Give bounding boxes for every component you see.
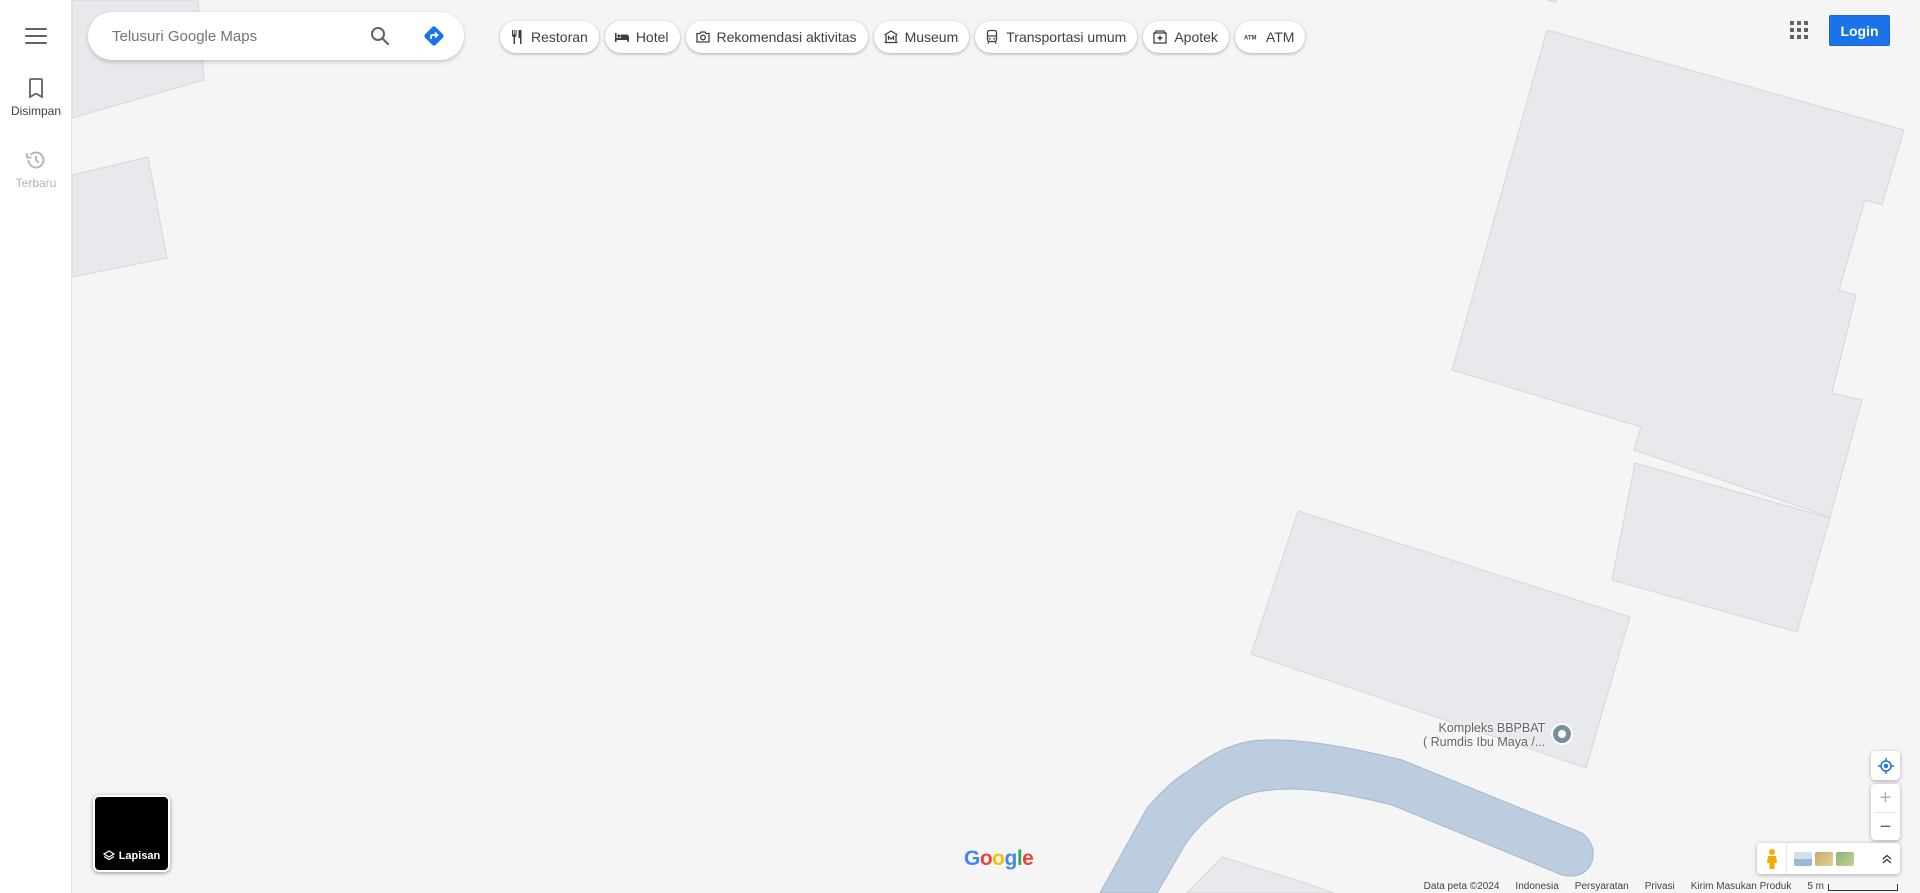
search-icon (371, 27, 390, 46)
chevron-up-double-icon (1882, 854, 1892, 864)
directions-button[interactable] (422, 24, 446, 48)
chip-label: ATM (1265, 29, 1295, 45)
logo-letter: G (964, 847, 980, 870)
scale-bar (1828, 883, 1898, 891)
apps-grid-icon (1790, 21, 1794, 25)
pharmacy-icon (1153, 30, 1167, 44)
logo-letter: o (979, 847, 993, 870)
zoom-in-button[interactable]: + (1871, 784, 1900, 812)
camera-icon (695, 31, 710, 43)
chip-pharmacy[interactable]: Apotek (1143, 21, 1229, 53)
thumbnail-terrain[interactable] (1836, 851, 1854, 866)
menu-button[interactable] (20, 23, 52, 49)
search-button[interactable] (368, 24, 392, 48)
zoom-control: + − (1871, 784, 1900, 840)
scale-label: 5 m (1807, 880, 1824, 892)
thumbnail-satellite[interactable] (1815, 851, 1833, 866)
chip-label: Rekomendasi aktivitas (716, 29, 857, 45)
place-pin-icon[interactable] (1551, 723, 1574, 745)
menu-icon-bar (25, 28, 47, 30)
menu-icon-bar (25, 42, 47, 44)
chip-activities[interactable]: Rekomendasi aktivitas (685, 21, 868, 53)
hotel-icon (614, 33, 629, 42)
apps-grid-icon (1804, 28, 1808, 32)
rail-recent[interactable]: Terbaru (0, 148, 72, 190)
map-data-credit: Data peta ©2024 (1423, 880, 1500, 892)
pin-dot (1558, 730, 1567, 738)
chip-restaurant[interactable]: Restoran (500, 21, 599, 53)
country-link[interactable]: Indonesia (1515, 881, 1558, 892)
chip-transit[interactable]: Transportasi umum (975, 21, 1138, 53)
privacy-link[interactable]: Privasi (1645, 881, 1675, 892)
thumbnail-street-view[interactable] (1794, 851, 1812, 866)
layers-button[interactable]: Lapisan (93, 795, 170, 872)
terms-link[interactable]: Persyaratan (1575, 881, 1629, 892)
imagery-thumbnails (1794, 851, 1854, 866)
search-input[interactable] (112, 27, 362, 45)
chip-label: Museum (904, 29, 959, 45)
logo-letter: o (992, 847, 1005, 870)
place-name-line1: Kompleks BBPBAT (1438, 721, 1546, 735)
expand-button[interactable] (1874, 843, 1900, 874)
restaurant-icon (511, 30, 522, 44)
zoom-out-button[interactable]: − (1871, 813, 1900, 841)
bookmark-icon (29, 78, 43, 99)
login-button[interactable]: Login (1829, 15, 1890, 46)
apps-grid-icon (1797, 28, 1801, 32)
apps-grid-icon (1790, 28, 1794, 32)
building-shape (72, 156, 168, 278)
my-location-button[interactable] (1871, 751, 1900, 780)
transit-icon (987, 29, 998, 44)
scale-indicator[interactable]: 5 m (1807, 881, 1898, 892)
rail-saved-label: Disimpan (10, 104, 61, 118)
place-name-line2: ( Rumdis Ibu Maya /... (1423, 735, 1546, 749)
google-logo: Google (964, 847, 1034, 871)
pegman-icon (1766, 848, 1777, 869)
rail-saved[interactable]: Disimpan (0, 76, 72, 118)
apps-grid-button[interactable] (1788, 19, 1808, 39)
svg-text:ATM: ATM (1244, 36, 1257, 42)
map-layer (72, 0, 1905, 893)
chip-label: Restoran (531, 29, 588, 45)
chip-hotel[interactable]: Hotel (604, 21, 680, 53)
layers-label: Lapisan (118, 850, 161, 862)
rail-recent-label: Terbaru (15, 176, 57, 190)
menu-icon-bar (25, 35, 47, 37)
map-footer: Data peta ©2024 Indonesia Persyaratan Pr… (1417, 879, 1898, 893)
search-box (88, 12, 464, 60)
apps-grid-icon (1804, 21, 1808, 25)
apps-grid-icon (1797, 35, 1801, 39)
feedback-link[interactable]: Kirim Masukan Produk (1691, 881, 1792, 892)
water-channel (1099, 739, 1594, 893)
street-view-bar (1757, 843, 1900, 874)
directions-icon (424, 26, 444, 46)
logo-letter: g (1004, 847, 1018, 870)
apps-grid-icon (1797, 21, 1801, 25)
layers-label-row: Lapisan (95, 850, 168, 862)
chip-label: Hotel (635, 29, 669, 45)
atm-icon: ATM (1244, 36, 1257, 42)
museum-icon (883, 30, 898, 44)
apps-grid-icon (1790, 35, 1794, 39)
place-name[interactable]: Kompleks BBPBAT ( Rumdis Ibu Maya /... (1423, 721, 1545, 749)
chip-label: Apotek (1174, 29, 1218, 45)
pegman-button[interactable] (1757, 843, 1787, 874)
logo-letter: e (1022, 847, 1034, 870)
chip-museum[interactable]: Museum (873, 21, 970, 53)
category-chips: Restoran Hotel Rekomendasi aktivitas Mus… (500, 21, 1306, 53)
building-shape (1547, 0, 1557, 4)
my-location-icon (1877, 757, 1894, 774)
history-icon (26, 151, 45, 169)
apps-grid-icon (1804, 35, 1808, 39)
layers-icon (102, 850, 115, 861)
chip-label: Transportasi umum (1006, 29, 1127, 45)
place-marker[interactable]: Kompleks BBPBAT ( Rumdis Ibu Maya /... (1423, 721, 1574, 749)
building-shape (1186, 856, 1335, 893)
maps-app: Disimpan Terbaru Telusuri Google Maps Re… (0, 0, 1920, 893)
building-shape (1451, 29, 1905, 518)
left-rail: Disimpan Terbaru (0, 0, 72, 893)
chip-atm[interactable]: ATM ATM (1234, 21, 1306, 53)
map-canvas[interactable] (72, 0, 1920, 893)
